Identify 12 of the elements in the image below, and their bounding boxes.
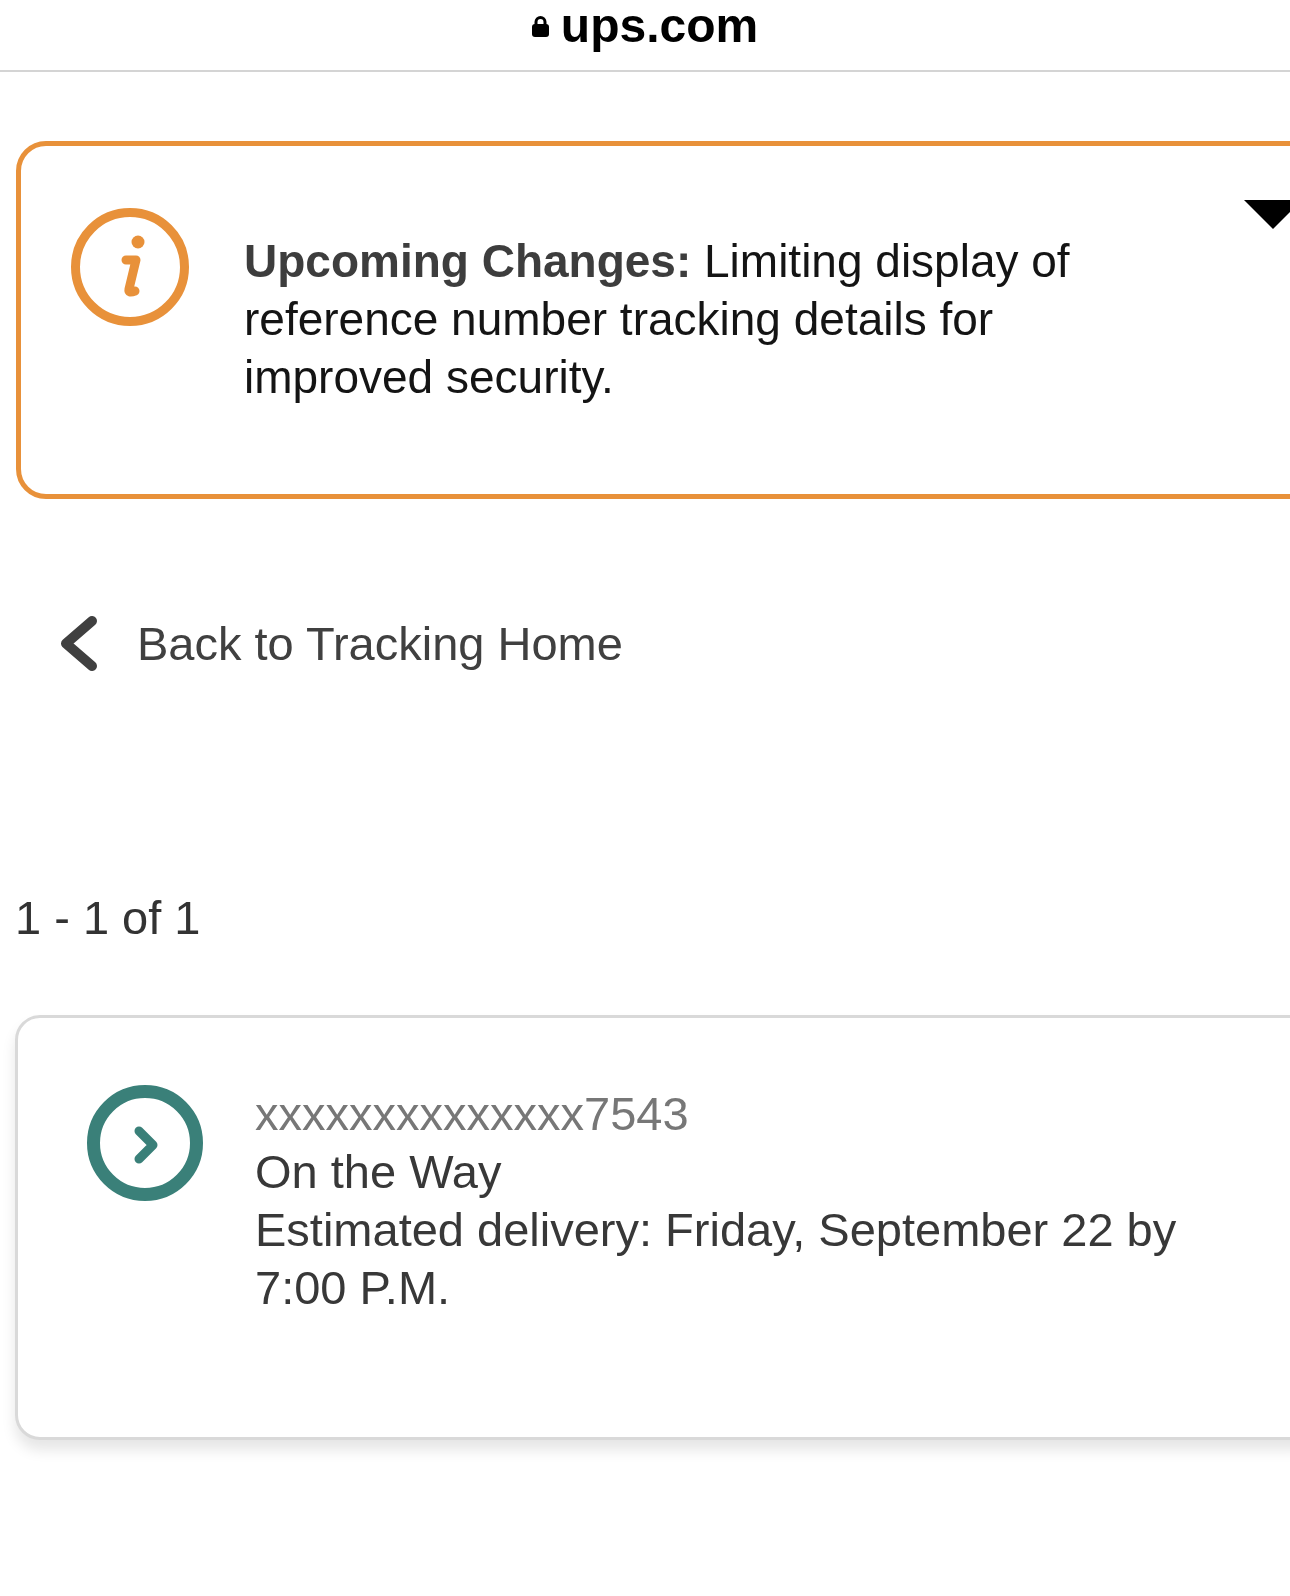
caret-icon[interactable] xyxy=(1244,200,1290,229)
tracking-number: xxxxxxxxxxxxxx7543 xyxy=(255,1086,689,1142)
results-count: 1 - 1 of 1 xyxy=(15,890,201,946)
alert-message: Upcoming Changes: Limiting display of reference number tracking details for improved security. xyxy=(244,234,1071,405)
chevron-circle-icon xyxy=(87,1085,203,1201)
url-text[interactable]: ups.com xyxy=(560,0,759,52)
shipment-status: On the Way xyxy=(255,1144,502,1200)
info-icon xyxy=(71,208,189,326)
estimated-delivery: Estimated delivery: Friday, September 22 by 7:00 P.M. xyxy=(255,1202,1178,1316)
back-link[interactable]: Back to Tracking Home xyxy=(58,615,623,672)
shipment-card[interactable]: xxxxxxxxxxxxxx7543 On the Way Estimated delivery: Friday, September 22 by 7:00 P.M. xyxy=(15,1015,1290,1440)
chevron-left-icon xyxy=(58,615,99,672)
